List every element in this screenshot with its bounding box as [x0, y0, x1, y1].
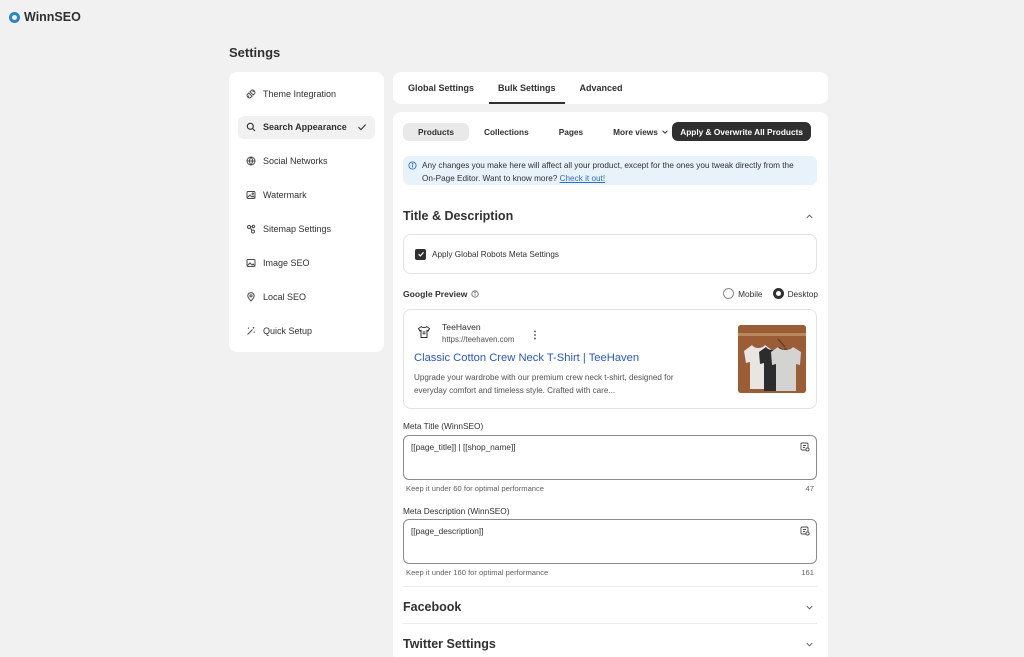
- sidebar-item-theme-integration[interactable]: Theme Integration: [238, 82, 375, 105]
- radio-desktop-label: Desktop: [787, 288, 818, 299]
- sitemap-icon: [246, 224, 256, 234]
- chevron-down-icon: [662, 129, 668, 134]
- meta-title-value: [[page_title]] | [[shop_name]]: [411, 442, 516, 452]
- sidebar-item-label: Social Networks: [263, 156, 328, 167]
- chevron-up-icon[interactable]: [805, 212, 814, 221]
- chevron-down-icon[interactable]: [805, 640, 814, 649]
- sidebar-item-label: Local SEO: [263, 291, 307, 302]
- info-text: Any changes you make here will affect al…: [422, 161, 794, 183]
- check-it-out-link[interactable]: Check it out!: [560, 174, 606, 183]
- more-views-label: More views: [613, 126, 658, 137]
- chevron-down-icon[interactable]: [805, 603, 814, 612]
- settings-sidebar: Theme Integration Search Appearance Soci…: [229, 72, 384, 352]
- meta-description-label: Meta Description (WinnSEO): [403, 506, 510, 516]
- sidebar-item-watermark[interactable]: Watermark: [238, 184, 375, 207]
- meta-title-hint: Keep it under 60 for optimal performance: [406, 484, 545, 493]
- sidebar-item-label: Search Appearance: [263, 122, 347, 133]
- preview-description: Upgrade your wardrobe with our premium c…: [414, 373, 674, 395]
- apply-overwrite-button[interactable]: Apply & Overwrite All Products: [672, 122, 811, 141]
- insert-variable-icon[interactable]: [800, 442, 810, 452]
- google-preview-title: Google Preview: [403, 289, 468, 299]
- subtab-collections[interactable]: Collections: [469, 123, 544, 141]
- sidebar-item-sitemap-settings[interactable]: Sitemap Settings: [238, 218, 375, 241]
- meta-title-label: Meta Title (WinnSEO): [403, 421, 484, 431]
- resource-subtabs: Products Collections Pages More views: [403, 122, 684, 141]
- sidebar-item-label: Sitemap Settings: [263, 224, 332, 235]
- sidebar-item-label: Image SEO: [263, 257, 310, 268]
- tab-global-settings[interactable]: Global Settings: [399, 72, 483, 104]
- meta-description-hint: Keep it under 160 for optimal performanc…: [406, 568, 549, 577]
- robots-meta-checkbox[interactable]: [415, 248, 426, 260]
- section-divider: [403, 623, 817, 624]
- checkmark-icon: [358, 124, 367, 131]
- brand-name: WinnSEO: [24, 10, 81, 24]
- robots-meta-box: Apply Global Robots Meta Settings: [403, 234, 817, 274]
- meta-description-value: [[page_description]]: [411, 526, 484, 536]
- sidebar-item-label: Watermark: [263, 190, 307, 201]
- meta-title-count: 47: [805, 484, 814, 493]
- checkmark-icon: [417, 251, 424, 257]
- sidebar-item-search-appearance[interactable]: Search Appearance: [238, 115, 375, 139]
- radio-desktop-dot: [772, 288, 784, 299]
- sidebar-item-quick-setup[interactable]: Quick Setup: [238, 319, 375, 342]
- page-title: Settings: [229, 45, 281, 60]
- google-preview-card: TeeHaven https://teehaven.com ⋮ Classic …: [403, 309, 817, 409]
- facebook-heading[interactable]: Facebook: [403, 600, 461, 614]
- preview-url: https://teehaven.com: [442, 335, 515, 344]
- bulk-settings-panel: Products Collections Pages More views Ap…: [393, 112, 828, 657]
- robots-meta-label: Apply Global Robots Meta Settings: [432, 249, 559, 259]
- subtab-pages[interactable]: Pages: [544, 123, 598, 141]
- brand: WinnSEO: [9, 10, 81, 24]
- info-icon: [408, 161, 417, 170]
- sidebar-item-image-seo[interactable]: Image SEO: [238, 251, 375, 274]
- image-icon: [246, 190, 256, 200]
- info-icon[interactable]: [471, 290, 480, 298]
- sidebar-item-local-seo[interactable]: Local SEO: [238, 285, 375, 308]
- google-preview-label: Google Preview: [403, 289, 480, 299]
- preview-site-name: TeeHaven: [442, 322, 481, 332]
- preview-thumbnail: [738, 325, 806, 393]
- title-description-heading: Title & Description: [403, 209, 514, 223]
- radio-mobile-label: Mobile: [738, 288, 763, 299]
- image-seo-icon: [246, 258, 256, 268]
- location-pin-icon: [246, 292, 256, 302]
- sidebar-item-label: Theme Integration: [263, 88, 337, 99]
- preview-title: Classic Cotton Crew Neck T-Shirt | TeeHa…: [414, 352, 640, 364]
- info-banner: Any changes you make here will affect al…: [403, 156, 817, 185]
- sidebar-item-social-networks[interactable]: Social Networks: [238, 150, 375, 173]
- tab-bulk-settings[interactable]: Bulk Settings: [489, 72, 565, 104]
- subtab-products[interactable]: Products: [403, 122, 469, 141]
- radio-mobile-dot: [723, 288, 735, 299]
- insert-variable-icon[interactable]: [800, 526, 810, 536]
- subtab-more-views[interactable]: More views: [598, 123, 684, 141]
- sidebar-item-label: Quick Setup: [263, 325, 313, 336]
- meta-description-input[interactable]: [[page_description]]: [403, 519, 817, 564]
- settings-tabs: Global Settings Bulk Settings Advanced: [393, 72, 828, 104]
- globe-icon: [246, 156, 256, 166]
- twitter-settings-heading[interactable]: Twitter Settings: [403, 637, 496, 651]
- winnseo-logo-icon: [9, 11, 20, 23]
- tab-advanced[interactable]: Advanced: [571, 72, 632, 104]
- section-divider: [403, 586, 817, 587]
- meta-title-input[interactable]: [[page_title]] | [[shop_name]]: [403, 435, 817, 480]
- radio-mobile[interactable]: Mobile: [723, 288, 763, 299]
- meta-description-count: 161: [801, 568, 814, 577]
- preview-mode-radios: Mobile Desktop: [723, 288, 818, 299]
- magic-wand-icon: [246, 326, 256, 336]
- search-icon: [246, 122, 256, 132]
- more-options-icon[interactable]: ⋮: [530, 331, 540, 341]
- tshirt-favicon-icon: [417, 325, 431, 338]
- plug-icon: [246, 89, 256, 99]
- radio-desktop[interactable]: Desktop: [772, 288, 818, 299]
